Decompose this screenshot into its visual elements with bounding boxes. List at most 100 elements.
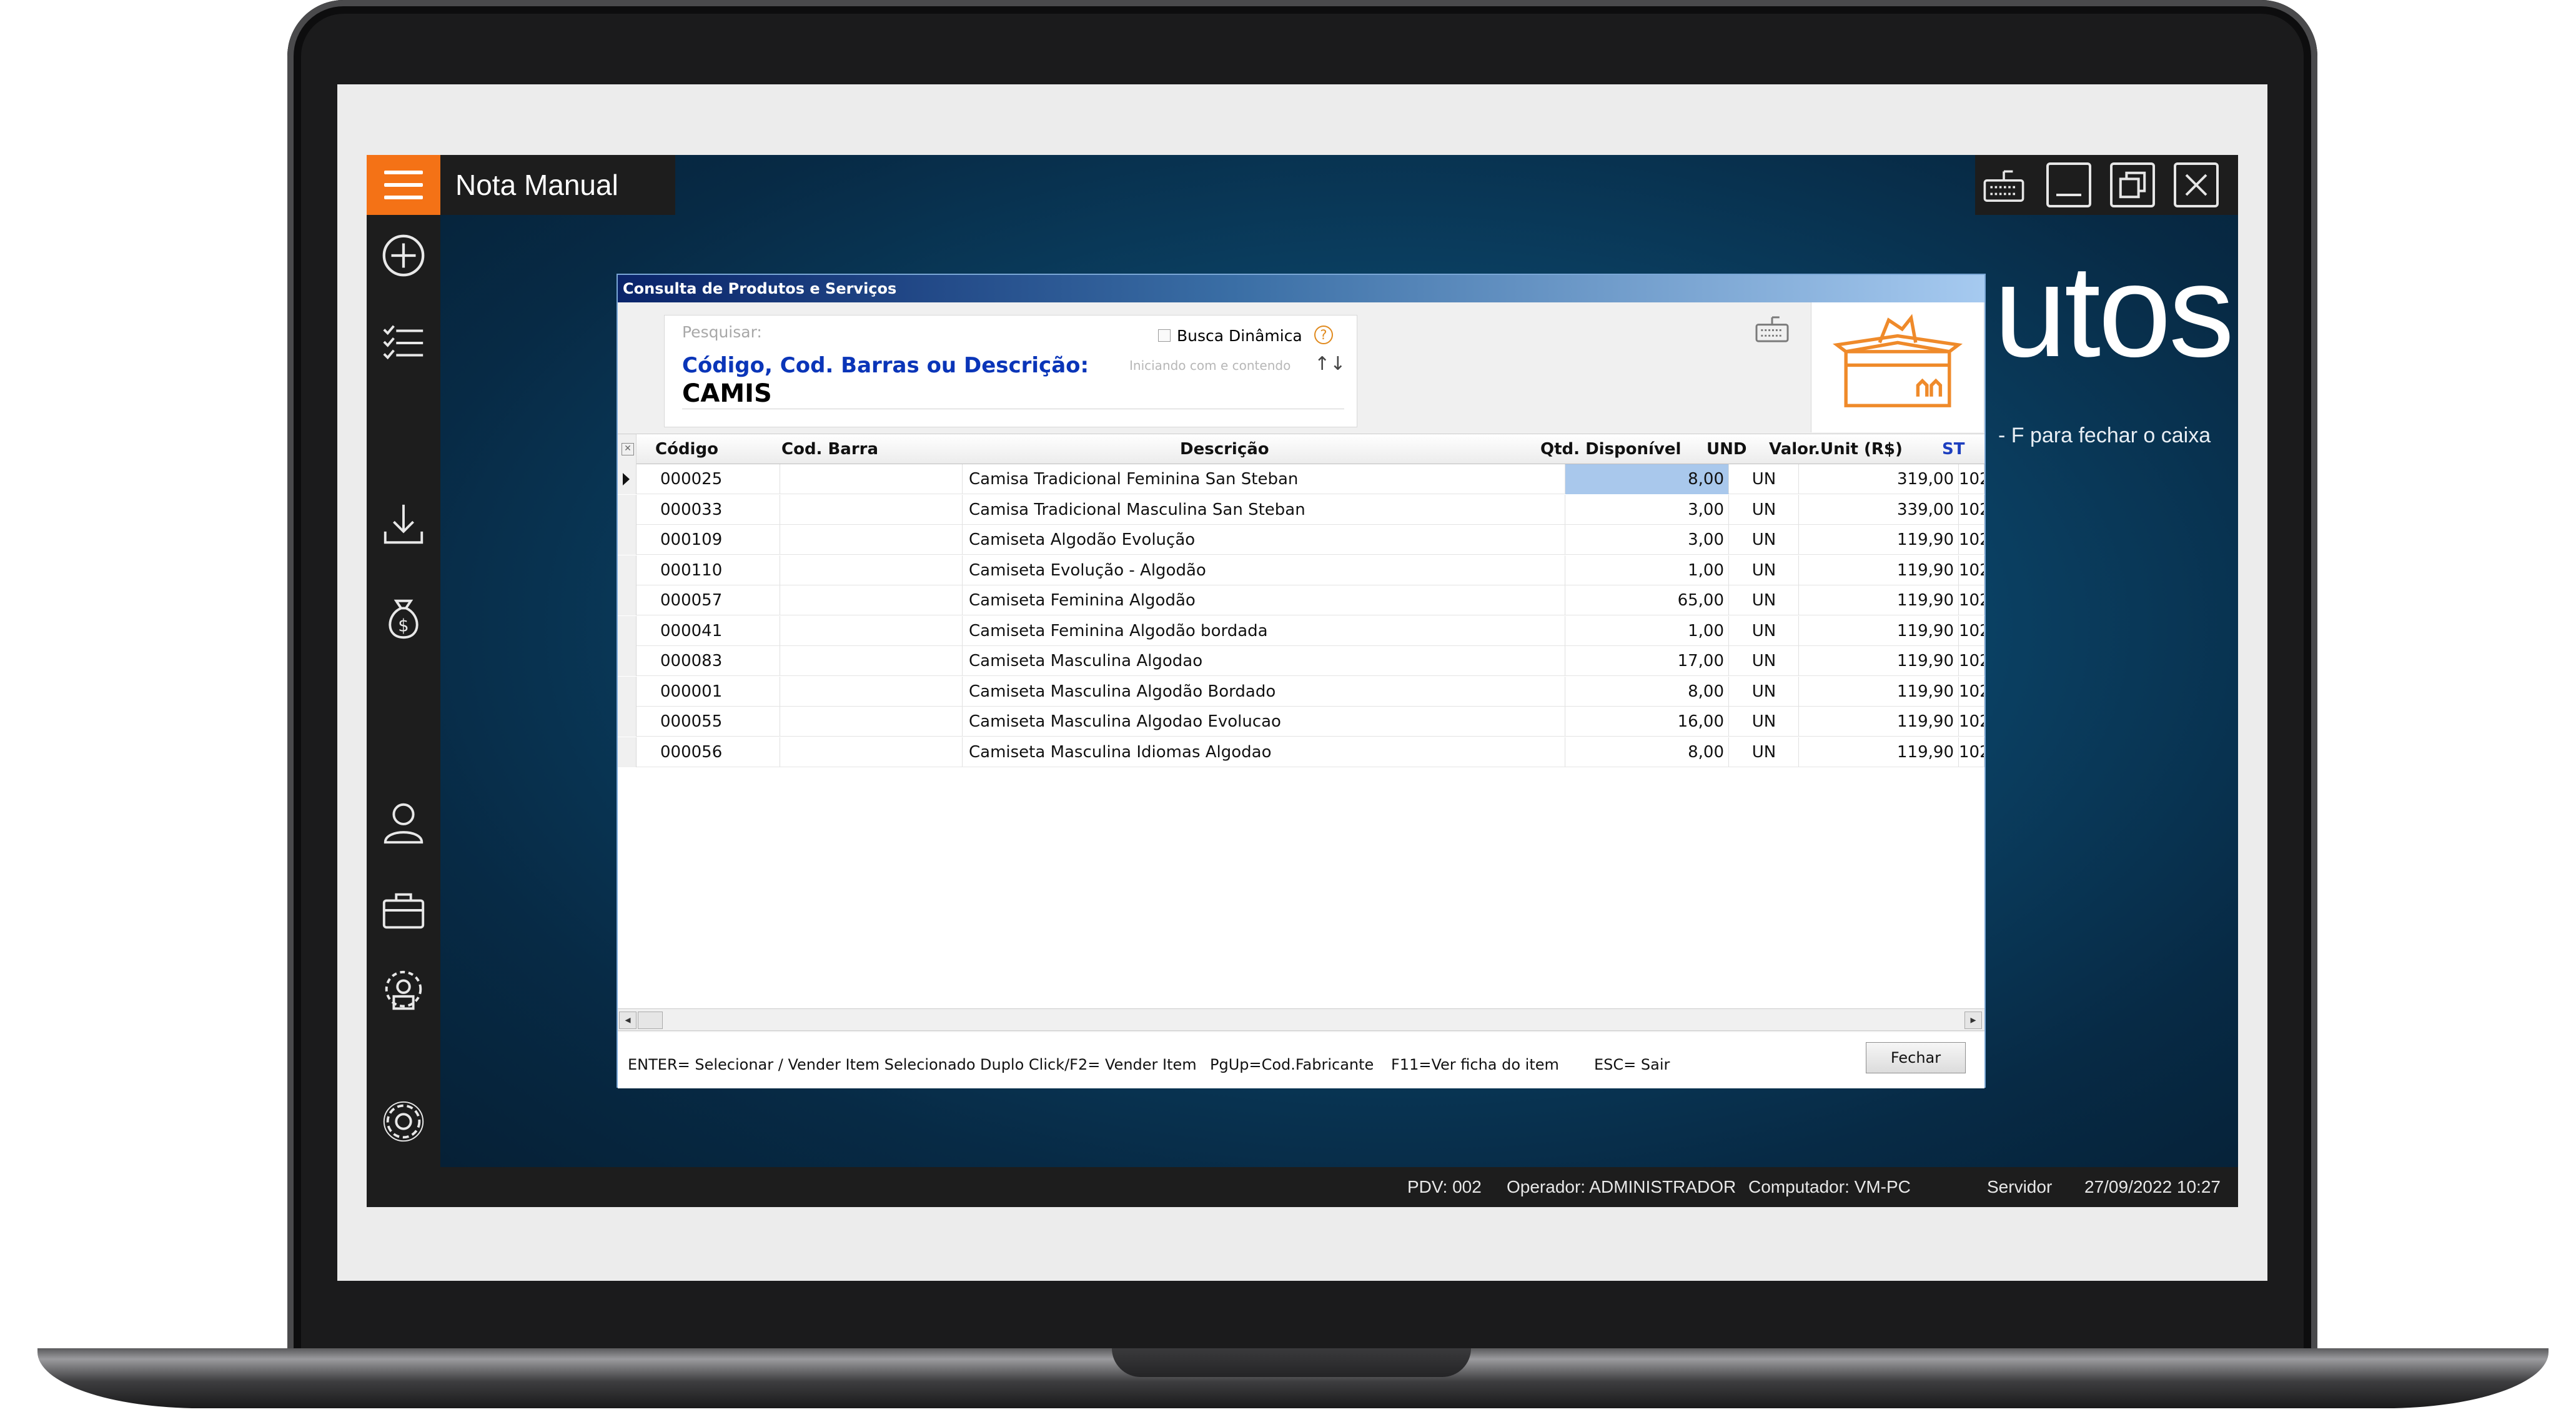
close-icon (2185, 174, 2207, 196)
cell-cod-barra (781, 585, 963, 615)
cell-codigo: 000055 (660, 712, 723, 731)
row-indicator[interactable] (618, 585, 637, 615)
cell-qtd: 1,00 (1688, 560, 1724, 580)
product-box-icon (1833, 314, 1963, 407)
cell-cod-barra (781, 525, 963, 555)
close-button[interactable] (2174, 162, 2219, 207)
cell-qtd: 1,00 (1688, 621, 1724, 640)
table-row[interactable]: 000025 Camisa Tradicional Feminina San St… (618, 464, 1984, 494)
cell-qtd: 8,00 (1688, 682, 1724, 701)
cell-valor: 119,90 (1897, 530, 1954, 549)
cell-cod-barra (781, 646, 963, 676)
cell-descricao: Camisa Tradicional Feminina San Steban (969, 470, 1299, 489)
cell-descricao: Camiseta Feminina Algodão bordada (969, 621, 1268, 640)
cell-und: UN (1751, 652, 1776, 670)
search-mode-label[interactable]: Iniciando com e contendo (1129, 358, 1290, 373)
products-table: ✕ Código Cod. Barra Descrição Qtd. Dispo… (618, 434, 1984, 1008)
table-row[interactable]: 000033 Camisa Tradicional Masculina San S… (618, 494, 1984, 525)
cell-valor: 119,90 (1897, 652, 1954, 670)
row-indicator[interactable] (618, 525, 637, 555)
cell-descricao: Camisa Tradicional Masculina San Steban (969, 500, 1305, 519)
search-panel: Pesquisar: Busca Dinâmica ? Código, Cod.… (664, 315, 1357, 427)
cell-st: 102 (1959, 652, 1984, 670)
hamburger-menu-button[interactable] (367, 155, 440, 215)
scroll-thumb[interactable] (638, 1012, 663, 1029)
settings-gear-icon[interactable] (379, 1097, 428, 1146)
table-row[interactable]: 000055 Camiseta Masculina Algodao Evoluca… (618, 707, 1984, 737)
fechar-button[interactable]: Fechar (1866, 1042, 1966, 1073)
row-indicator[interactable] (618, 707, 637, 737)
briefcase-icon[interactable] (379, 886, 428, 935)
svg-text:$: $ (398, 617, 409, 636)
status-pdv: PDV: 002 (1407, 1177, 1482, 1196)
col-qtd-disponivel[interactable]: Qtd. Disponível (1540, 434, 1681, 464)
minimize-button[interactable] (2046, 162, 2091, 207)
search-input[interactable] (682, 378, 1344, 409)
status-datetime: 27/09/2022 10:27 (2084, 1177, 2221, 1196)
table-row[interactable]: 000001 Camiseta Masculina Algodão Bordado… (618, 676, 1984, 707)
hint-pgup: PgUp=Cod.Fabricante (1210, 1056, 1374, 1073)
hamburger-icon-bar (384, 196, 423, 199)
restore-icon (2119, 171, 2146, 199)
table-row[interactable]: 000083 Camiseta Masculina Algodao 17,00 UN 1… (618, 646, 1984, 676)
cell-cod-barra (781, 616, 963, 646)
user-icon[interactable] (379, 798, 428, 847)
restore-button[interactable] (2110, 162, 2155, 207)
plus-circle-icon[interactable] (379, 231, 428, 280)
horizontal-scrollbar[interactable]: ◂ ▸ (618, 1008, 1984, 1031)
hint-enter: ENTER= Selecionar / Vender Item Selecion… (628, 1056, 976, 1073)
busca-dinamica-label: Busca Dinâmica (1177, 327, 1302, 345)
row-indicator[interactable] (618, 676, 637, 707)
busca-dinamica-checkbox[interactable] (1158, 329, 1171, 342)
download-icon[interactable] (379, 500, 428, 549)
cell-st: 102 (1959, 712, 1984, 731)
cell-valor: 119,90 (1897, 560, 1954, 580)
sort-icon[interactable]: ↑↓ (1314, 353, 1345, 375)
window-controls (1975, 155, 2238, 215)
select-all-checkbox[interactable]: ✕ (618, 434, 637, 464)
checklist-icon[interactable] (379, 319, 428, 367)
cell-cod-barra (781, 495, 963, 525)
dialog-title: Consulta de Produtos e Serviços (618, 275, 1984, 302)
cell-codigo: 000083 (660, 652, 723, 670)
virtual-keyboard-icon[interactable] (1753, 314, 1791, 345)
cell-codigo: 000056 (660, 742, 723, 762)
money-bag-icon[interactable]: $ (379, 595, 428, 644)
row-indicator[interactable] (618, 737, 637, 767)
cell-valor: 319,00 (1897, 470, 1954, 489)
cell-descricao: Camiseta Feminina Algodão (969, 591, 1196, 610)
row-indicator[interactable] (618, 615, 637, 646)
status-bar: PDV: 002 Operador: ADMINISTRADOR Computa… (367, 1167, 2238, 1207)
col-cod-barra[interactable]: Cod. Barra (781, 434, 878, 464)
table-row[interactable]: 000110 Camiseta Evolução - Algodão 1,00 UN 1… (618, 555, 1984, 585)
row-indicator[interactable] (618, 646, 637, 676)
hint-f11: F11=Ver ficha do item (1391, 1056, 1559, 1073)
table-row[interactable]: 000057 Camiseta Feminina Algodão 65,00 UN 11… (618, 585, 1984, 615)
scroll-left-arrow-icon[interactable]: ◂ (619, 1012, 637, 1029)
col-st[interactable]: ST (1942, 434, 1964, 464)
cell-codigo: 000001 (660, 682, 723, 701)
scroll-right-arrow-icon[interactable]: ▸ (1964, 1012, 1982, 1029)
col-codigo[interactable]: Código (655, 434, 718, 464)
col-descricao[interactable]: Descrição (1180, 434, 1269, 464)
table-row[interactable]: 000041 Camiseta Feminina Algodão bordada 1… (618, 615, 1984, 646)
col-und[interactable]: UND (1707, 434, 1746, 464)
table-row[interactable]: 000056 Camiseta Masculina Idiomas Algodao… (618, 737, 1984, 767)
keyboard-icon[interactable] (1981, 162, 2026, 207)
laptop-notch (1112, 1348, 1471, 1377)
table-row[interactable]: 000109 Camiseta Algodão Evolução 3,00 UN 119… (618, 525, 1984, 555)
hint-duplo-click: Duplo Click/F2= Vender Item (980, 1056, 1197, 1073)
cell-st: 102 (1959, 500, 1984, 519)
cell-descricao: Camiseta Masculina Algodão Bordado (969, 682, 1276, 701)
row-indicator[interactable] (618, 555, 637, 585)
status-servidor: Servidor (1987, 1177, 2053, 1196)
gear-badge-icon[interactable] (379, 967, 428, 1016)
cell-valor: 119,90 (1897, 682, 1954, 701)
help-icon[interactable]: ? (1314, 326, 1333, 344)
col-valor-unit[interactable]: Valor.Unit (R$) (1769, 434, 1903, 464)
cell-und: UN (1751, 500, 1776, 519)
row-indicator[interactable] (618, 494, 637, 525)
status-operador: Operador: ADMINISTRADOR (1507, 1177, 1736, 1196)
row-pointer-icon[interactable] (618, 464, 637, 494)
cell-und: UN (1751, 470, 1776, 489)
